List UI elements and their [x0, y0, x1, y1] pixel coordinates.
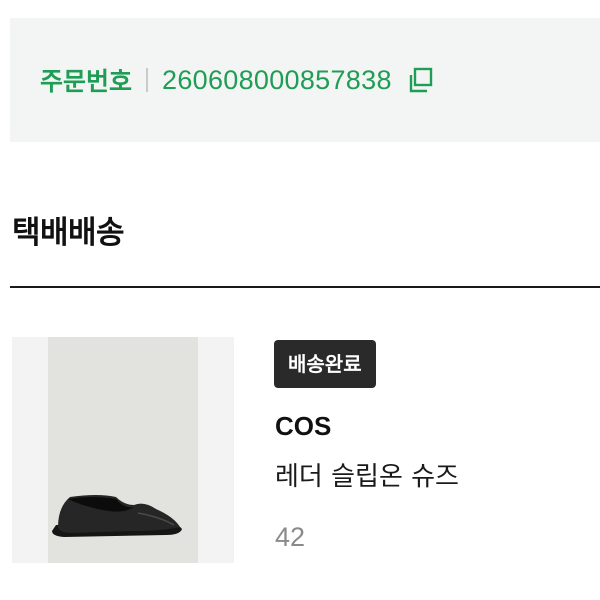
- product-size: 42: [275, 522, 306, 552]
- order-detail-page: 주문번호 260608000857838 택배배송 배송완료 COS 레더 슬립…: [0, 0, 600, 600]
- shoe-image: [52, 495, 182, 537]
- order-number-value: 260608000857838: [162, 64, 392, 95]
- shipping-method-title: 택배배송: [12, 215, 125, 251]
- section-divider: [10, 286, 600, 288]
- delivery-status-badge: 배송완료: [274, 340, 376, 388]
- order-number-row: 주문번호 260608000857838: [40, 62, 434, 98]
- product-name[interactable]: 레더 슬립온 슈즈: [275, 456, 459, 493]
- product-image[interactable]: [12, 337, 234, 563]
- product-brand[interactable]: COS: [275, 411, 331, 442]
- copy-icon[interactable]: [406, 66, 434, 94]
- order-number-separator: [146, 68, 149, 92]
- order-number-label: 주문번호: [40, 67, 133, 96]
